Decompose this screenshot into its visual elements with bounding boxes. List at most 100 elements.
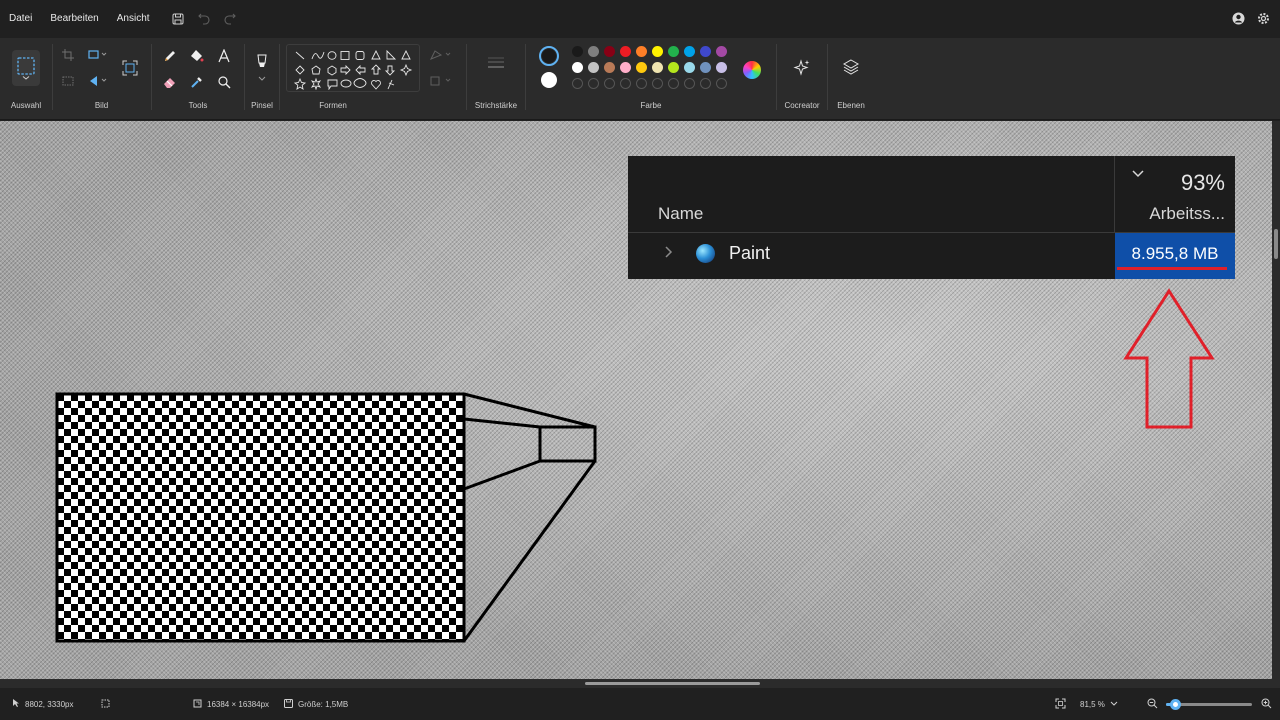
custom-color-slot[interactable] [716,78,727,89]
cocreator-sparkle-icon[interactable] [792,58,812,78]
save-icon[interactable] [171,12,185,26]
drawing-canvas[interactable]: 93% Name Arbeitss... Paint 8.955,8 MB [0,121,1272,679]
color-swatch[interactable] [700,46,711,57]
color-swatch[interactable] [604,46,615,57]
color-swatch[interactable] [700,62,711,73]
color-swatch[interactable] [620,62,631,73]
image-select-icon[interactable] [121,59,139,77]
custom-color-slot[interactable] [620,78,631,89]
text-icon[interactable] [216,48,232,64]
column-divider [1114,156,1115,232]
label-auswahl: Auswahl [10,101,42,110]
custom-color-slot[interactable] [668,78,679,89]
zoom-in-icon[interactable] [1261,698,1272,711]
rotate-icon[interactable] [87,74,109,88]
custom-color-slot[interactable] [652,78,663,89]
group-bild: Bild [53,38,150,120]
canvas-size-icon [193,699,202,710]
label-ebenen: Ebenen [837,101,865,110]
color-swatch[interactable] [652,46,663,57]
resize-icon[interactable] [87,48,109,62]
color-swatch[interactable] [716,62,727,73]
color-swatch[interactable] [716,46,727,57]
menu-bearbeiten[interactable]: Bearbeiten [41,0,107,38]
custom-color-slot[interactable] [588,78,599,89]
redo-icon[interactable] [223,12,237,26]
background-remove-icon[interactable] [61,74,75,88]
cursor-position-text: 8802, 3330px [25,699,74,709]
selection-rect-icon [101,699,110,710]
group-tools: Tools [152,38,244,120]
group-formen: Formen [280,38,466,120]
fill-bucket-icon[interactable] [189,48,205,64]
horizontal-scrollbar-thumb[interactable] [585,682,760,685]
custom-color-slot[interactable] [604,78,615,89]
expand-chevron-right-icon [664,245,674,264]
color-swatch[interactable] [604,62,615,73]
selection-tool-button[interactable] [12,50,40,86]
vertical-scrollbar[interactable] [1272,121,1280,679]
ribbon-toolbar: Auswahl Bild Tools Pinsel Formen Strichs… [0,38,1280,120]
color-swatch[interactable] [668,46,679,57]
memory-value: 8.955,8 MB [1131,244,1219,263]
primary-color-swatch[interactable] [539,46,559,66]
color-swatch[interactable] [636,46,647,57]
custom-color-slot[interactable] [636,78,647,89]
label-farbe: Farbe [640,101,662,110]
color-swatch[interactable] [684,62,695,73]
edit-colors-rainbow-icon[interactable] [742,60,762,80]
shapes-gallery[interactable] [286,44,420,92]
color-swatch[interactable] [684,46,695,57]
settings-gear-icon[interactable] [1257,12,1270,30]
pencil-icon[interactable] [162,48,178,64]
zoom-slider-thumb[interactable] [1169,698,1181,710]
label-formen: Formen [319,101,347,110]
cursor-position: 8802, 3330px [12,688,74,720]
custom-color-slot[interactable] [572,78,583,89]
brush-icon[interactable] [254,52,270,84]
undo-icon[interactable] [197,12,211,26]
stroke-size-icon[interactable] [486,54,506,72]
task-manager-screenshot: 93% Name Arbeitss... Paint 8.955,8 MB [628,156,1235,279]
label-cocreator: Cocreator [784,101,820,110]
layers-icon[interactable] [842,58,860,76]
color-swatch[interactable] [572,46,583,57]
color-picker-icon[interactable] [189,74,205,90]
zoom-in-button[interactable] [1261,688,1272,720]
secondary-color-swatch[interactable] [541,72,557,88]
color-swatch[interactable] [572,62,583,73]
canvas-size: 16384 × 16384px [193,688,269,720]
process-name: Paint [729,243,771,263]
horizontal-scrollbar[interactable] [0,679,1280,688]
vertical-scrollbar-thumb[interactable] [1274,229,1278,259]
label-bild: Bild [94,101,109,110]
custom-color-slot[interactable] [700,78,711,89]
menu-ansicht[interactable]: Ansicht [108,0,159,38]
magnifier-icon[interactable] [216,74,232,90]
canvas-size-text: 16384 × 16384px [207,699,270,709]
zoom-slider-track[interactable] [1166,698,1252,710]
menu-datei[interactable]: Datei [0,0,41,38]
crop-icon[interactable] [61,48,75,62]
shape-outline-icon[interactable] [428,48,454,62]
zoom-level[interactable]: 81,5 % [1080,688,1118,720]
fit-to-window-icon[interactable] [1055,698,1066,711]
group-ebenen: Ebenen [828,38,874,120]
eraser-icon[interactable] [162,74,178,90]
zoom-out-icon[interactable] [1147,698,1158,711]
custom-color-slot[interactable] [684,78,695,89]
color-swatch[interactable] [588,62,599,73]
zoom-out-button[interactable] [1147,688,1158,720]
color-swatch[interactable] [668,62,679,73]
shape-fill-icon[interactable] [428,74,454,88]
color-swatch[interactable] [652,62,663,73]
color-swatch[interactable] [588,46,599,57]
label-tools: Tools [188,101,208,110]
account-icon[interactable] [1232,12,1245,30]
zoom-level-text[interactable]: 81,5 % [1080,700,1105,709]
color-swatch[interactable] [620,46,631,57]
color-swatch[interactable] [636,62,647,73]
fit-to-window[interactable] [1055,688,1066,720]
zoom-chevron-down-icon[interactable] [1110,700,1118,709]
zoom-slider[interactable] [1166,688,1254,720]
